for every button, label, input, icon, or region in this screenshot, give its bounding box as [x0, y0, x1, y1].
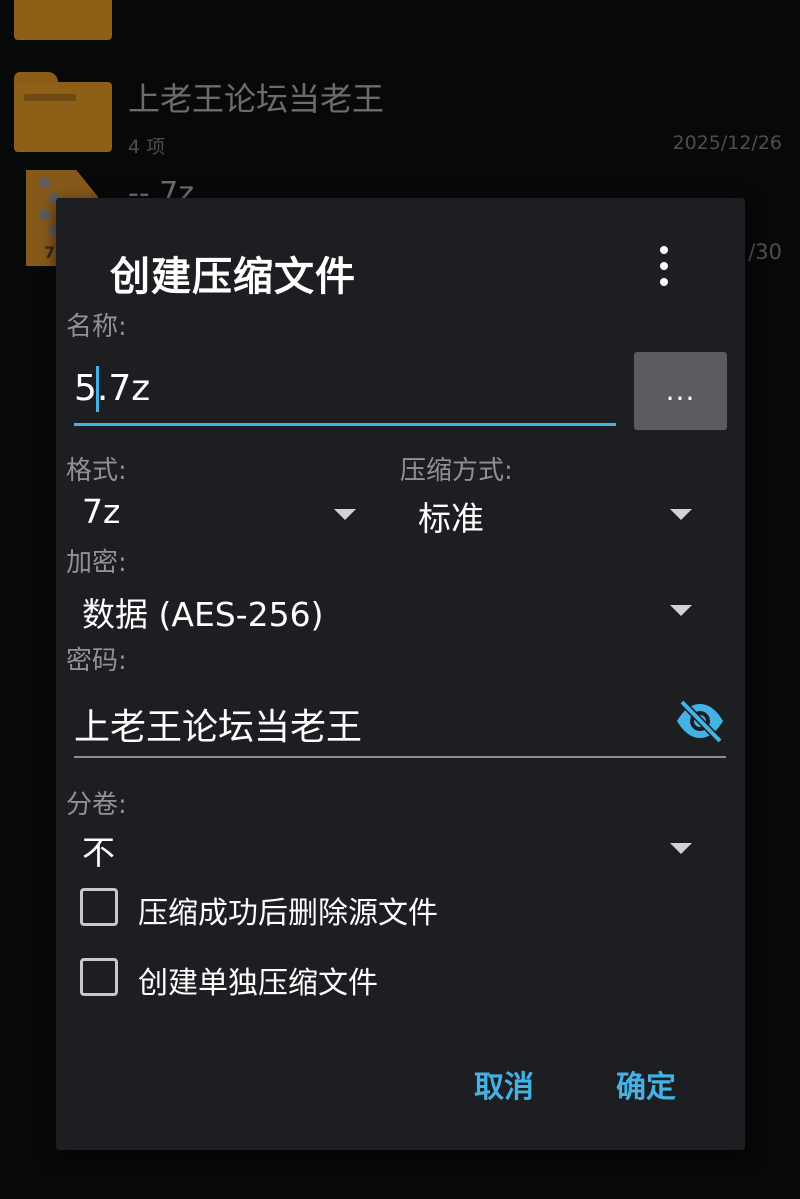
- delete-source-checkbox[interactable]: [80, 888, 118, 926]
- folder-date: 2025/12/26: [672, 132, 782, 154]
- separate-archive-checkbox-row[interactable]: 创建单独压缩文件: [80, 958, 640, 1001]
- encryption-dropdown[interactable]: 数据 (AES-256): [72, 586, 698, 636]
- encryption-value: 数据 (AES-256): [82, 595, 324, 634]
- folder-icon: [14, 0, 112, 40]
- split-label: 分卷:: [66, 790, 127, 820]
- list-item: [0, 0, 800, 60]
- split-value: 不: [82, 833, 115, 872]
- folder-item-count: 4 项: [128, 136, 166, 158]
- format-label: 格式:: [66, 456, 127, 486]
- visibility-off-icon[interactable]: [674, 698, 726, 744]
- separate-archive-checkbox[interactable]: [80, 958, 118, 996]
- format-dropdown[interactable]: 7z: [72, 490, 364, 540]
- encryption-label: 加密:: [66, 548, 127, 578]
- dropdown-arrow-icon: [670, 843, 692, 854]
- method-value: 标准: [418, 499, 484, 538]
- method-label: 压缩方式:: [400, 456, 513, 486]
- cancel-button[interactable]: 取消: [474, 1062, 534, 1106]
- split-volume-dropdown[interactable]: 不: [72, 824, 698, 874]
- password-input[interactable]: 上老王论坛当老王: [74, 694, 726, 758]
- name-label: 名称:: [66, 312, 127, 342]
- format-value: 7z: [82, 492, 121, 531]
- browse-button[interactable]: ...: [634, 352, 727, 430]
- list-item-folder: 上老王论坛当老王 4 项 2025/12/26: [0, 70, 800, 170]
- more-options-icon[interactable]: [652, 246, 676, 286]
- delete-source-checkbox-row[interactable]: 压缩成功后删除源文件: [80, 888, 640, 931]
- dropdown-arrow-icon: [670, 509, 692, 520]
- delete-source-label: 压缩成功后删除源文件: [138, 896, 438, 931]
- dropdown-arrow-icon: [334, 509, 356, 520]
- dropdown-arrow-icon: [670, 605, 692, 616]
- create-archive-dialog: 创建压缩文件 名称: 5.7z ... 格式: 7z 压缩方式: 标准 加密: …: [56, 198, 745, 1150]
- password-label: 密码:: [66, 646, 127, 676]
- folder-name: 上老王论坛当老王: [128, 80, 385, 118]
- password-value: 上老王论坛当老王: [74, 707, 363, 748]
- text-caret: [96, 366, 99, 412]
- archive-date: /30: [748, 240, 782, 264]
- folder-icon: [14, 72, 112, 152]
- ok-button[interactable]: 确定: [616, 1062, 676, 1106]
- compression-method-dropdown[interactable]: 标准: [408, 490, 698, 540]
- dialog-title: 创建压缩文件: [110, 254, 356, 300]
- separate-archive-label: 创建单独压缩文件: [138, 966, 378, 1001]
- archive-name-input[interactable]: 5.7z: [74, 360, 616, 426]
- archive-name-value: 5.7z: [74, 368, 151, 409]
